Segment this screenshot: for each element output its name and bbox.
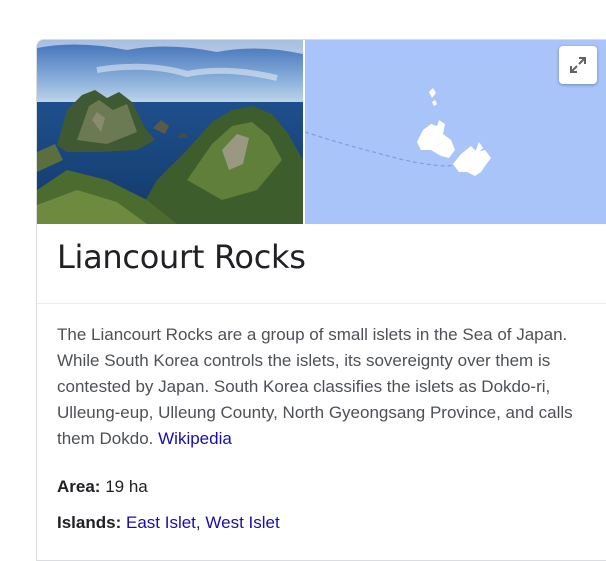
panel-photo[interactable] xyxy=(37,40,303,224)
island-link-west-islet[interactable]: West Islet xyxy=(205,513,279,532)
knowledge-panel: Liancourt Rocks The Liancourt Rocks are … xyxy=(36,39,606,561)
island-link-east-islet[interactable]: East Islet xyxy=(126,513,196,532)
island-separator: , xyxy=(195,513,201,532)
fact-islands: Islands: East Islet, West Islet xyxy=(57,512,280,534)
expand-button[interactable] xyxy=(559,46,597,84)
map-west-islet xyxy=(417,120,455,158)
wikipedia-link[interactable]: Wikipedia xyxy=(158,429,232,448)
panel-title: Liancourt Rocks xyxy=(57,238,306,276)
panel-description: The Liancourt Rocks are a group of small… xyxy=(57,322,597,452)
description-text: The Liancourt Rocks are a group of small… xyxy=(57,325,573,448)
panel-media xyxy=(37,40,606,224)
map-east-islet xyxy=(453,146,491,176)
fact-area-label: Area: xyxy=(57,477,101,496)
divider xyxy=(37,303,606,304)
fact-islands-label: Islands: xyxy=(57,513,122,532)
expand-arrows-icon xyxy=(570,57,586,73)
fact-area: Area: 19 ha xyxy=(57,476,148,498)
map-islet-north xyxy=(429,88,436,98)
fact-area-value: 19 ha xyxy=(105,477,148,496)
